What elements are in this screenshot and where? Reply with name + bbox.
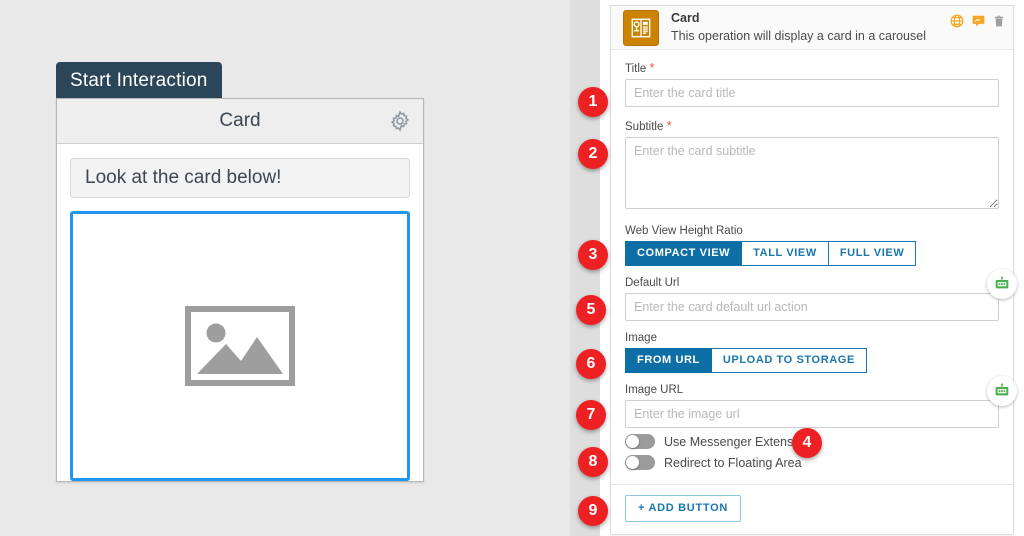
- card-operation-icon: [623, 9, 659, 46]
- card-preview-panel: Card Look at the card below!: [56, 98, 424, 482]
- image-url-input[interactable]: [625, 400, 999, 429]
- step-badge-1: 1: [578, 87, 608, 117]
- field-title-label-text: Title: [625, 63, 647, 75]
- field-subtitle-label: Subtitle *: [625, 118, 999, 133]
- gear-icon[interactable]: [389, 110, 411, 132]
- field-title-label: Title *: [625, 60, 999, 75]
- field-image-url: Image URL: [625, 376, 1017, 429]
- config-header-text: Card This operation will display a card …: [671, 11, 926, 44]
- use-messenger-extensions-toggle[interactable]: [625, 434, 655, 450]
- segment-from-url[interactable]: FROM URL: [625, 348, 712, 374]
- globe-icon[interactable]: [950, 14, 964, 28]
- config-header-actions: [950, 14, 1005, 28]
- config-body: Title * Subtitle * Web View Height Ratio: [611, 50, 1017, 476]
- step-badge-9: 9: [578, 496, 608, 526]
- card-preview-title: Card: [219, 110, 261, 131]
- card-preview-pane: Start Interaction Card Look at the card …: [0, 0, 570, 536]
- required-asterisk: *: [649, 60, 655, 75]
- field-subtitle-label-text: Subtitle: [625, 121, 664, 133]
- config-pane: Card This operation will display a card …: [570, 0, 1024, 536]
- step-badge-5: 5: [576, 295, 606, 325]
- card-preview-header: Card: [57, 99, 423, 144]
- default-url-input[interactable]: [625, 293, 999, 322]
- card-message-bubble: Look at the card below!: [70, 158, 410, 198]
- field-image-url-label: Image URL: [625, 384, 684, 397]
- image-url-input-wrapper: [625, 376, 1017, 429]
- segment-full-view[interactable]: FULL VIEW: [828, 241, 917, 267]
- toggle-row-redirect-to-floating-area: Redirect to Floating Area: [625, 455, 999, 471]
- step-badge-6: 6: [576, 349, 606, 379]
- field-web-view-height-ratio-label: Web View Height Ratio: [625, 225, 743, 237]
- bot-icon[interactable]: [987, 376, 1017, 407]
- segment-compact-view[interactable]: COMPACT VIEW: [625, 241, 743, 267]
- image-source-segmented: FROM URL UPLOAD TO STORAGE: [625, 348, 867, 374]
- subtitle-textarea[interactable]: [625, 137, 999, 209]
- field-default-url-label: Default Url: [625, 277, 680, 290]
- step-badge-3: 3: [578, 240, 608, 270]
- add-button[interactable]: + ADD BUTTON: [625, 495, 741, 523]
- required-asterisk: *: [666, 118, 672, 133]
- messenger-icon[interactable]: [971, 14, 986, 28]
- config-title: Card: [671, 10, 700, 25]
- title-input[interactable]: [625, 79, 999, 107]
- config-footer: + ADD BUTTON: [611, 484, 1013, 534]
- config-subtitle: This operation will display a card in a …: [671, 28, 926, 43]
- field-default-url: Default Url: [625, 269, 1017, 322]
- redirect-to-floating-area-toggle[interactable]: [625, 455, 655, 471]
- web-view-height-ratio-segmented: COMPACT VIEW TALL VIEW FULL VIEW: [625, 241, 917, 267]
- field-title: Title *: [625, 60, 999, 107]
- step-badge-8: 8: [578, 447, 608, 477]
- field-image-source-label: Image: [625, 332, 657, 345]
- start-interaction-tab[interactable]: Start Interaction: [56, 62, 222, 101]
- field-image-source: Image FROM URL UPLOAD TO STORAGE: [625, 332, 999, 374]
- segment-tall-view[interactable]: TALL VIEW: [742, 241, 829, 267]
- bot-icon[interactable]: [987, 269, 1017, 300]
- default-url-input-wrapper: [625, 269, 1017, 322]
- toggle-knob: [626, 435, 639, 449]
- image-placeholder-icon: [185, 306, 295, 386]
- step-badge-7: 7: [576, 400, 606, 430]
- toggle-knob: [626, 456, 639, 470]
- field-subtitle: Subtitle *: [625, 118, 999, 214]
- field-web-view-height-ratio: Web View Height Ratio COMPACT VIEW TALL …: [625, 225, 999, 267]
- config-header: Card This operation will display a card …: [611, 6, 1013, 50]
- card-image-area[interactable]: [70, 211, 410, 481]
- segment-upload-to-storage[interactable]: UPLOAD TO STORAGE: [711, 348, 867, 374]
- redirect-to-floating-area-label: Redirect to Floating Area: [664, 455, 802, 470]
- trash-icon[interactable]: [993, 14, 1005, 28]
- step-badge-4: 4: [792, 428, 822, 458]
- step-badge-2: 2: [578, 139, 608, 169]
